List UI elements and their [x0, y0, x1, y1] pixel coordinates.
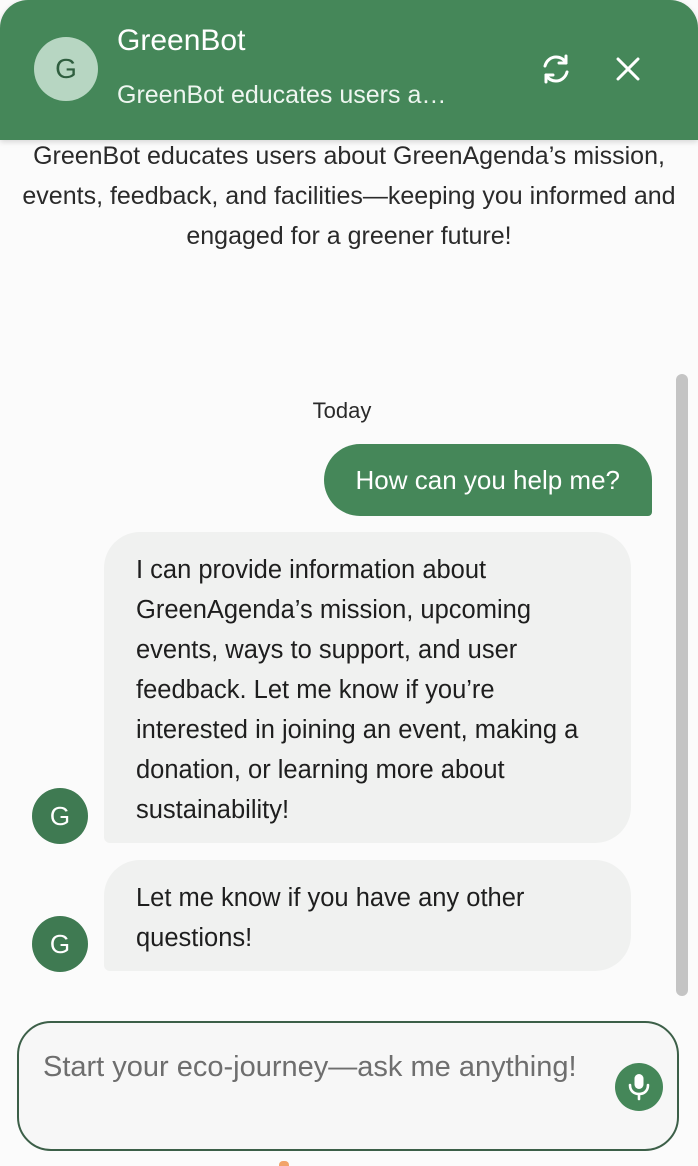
refresh-button[interactable]: [535, 48, 577, 90]
chat-header: G GreenBot GreenBot educates users a…: [0, 0, 698, 140]
date-divider: Today: [312, 398, 372, 423]
bot-name: GreenBot: [117, 24, 246, 57]
microphone-icon: [628, 1074, 650, 1101]
bottom-edge-mark: [279, 1161, 289, 1166]
bot-subtitle: GreenBot educates users a…: [117, 81, 447, 109]
bot-message: I can provide information about GreenAge…: [104, 532, 631, 843]
close-button[interactable]: [607, 48, 649, 90]
close-icon: [616, 57, 640, 81]
message-scrollbar[interactable]: [676, 374, 688, 996]
user-message: How can you help me?: [323, 444, 652, 516]
bot-message: Let me know if you have any other questi…: [104, 860, 631, 971]
message-input[interactable]: Start your eco-journey—ask me anything!: [17, 1021, 679, 1151]
bot-message-avatar: G: [32, 916, 88, 972]
refresh-icon: [543, 54, 569, 84]
bot-intro-text: GreenBot educates users about GreenAgend…: [22, 142, 676, 250]
bot-message-avatar: G: [32, 788, 88, 844]
microphone-button[interactable]: [615, 1063, 663, 1111]
bot-avatar: G: [34, 37, 98, 101]
chat-widget: GreenBot educates users about GreenAgend…: [0, 0, 698, 1166]
message-input-placeholder: Start your eco-journey—ask me anything!: [43, 1051, 577, 1083]
